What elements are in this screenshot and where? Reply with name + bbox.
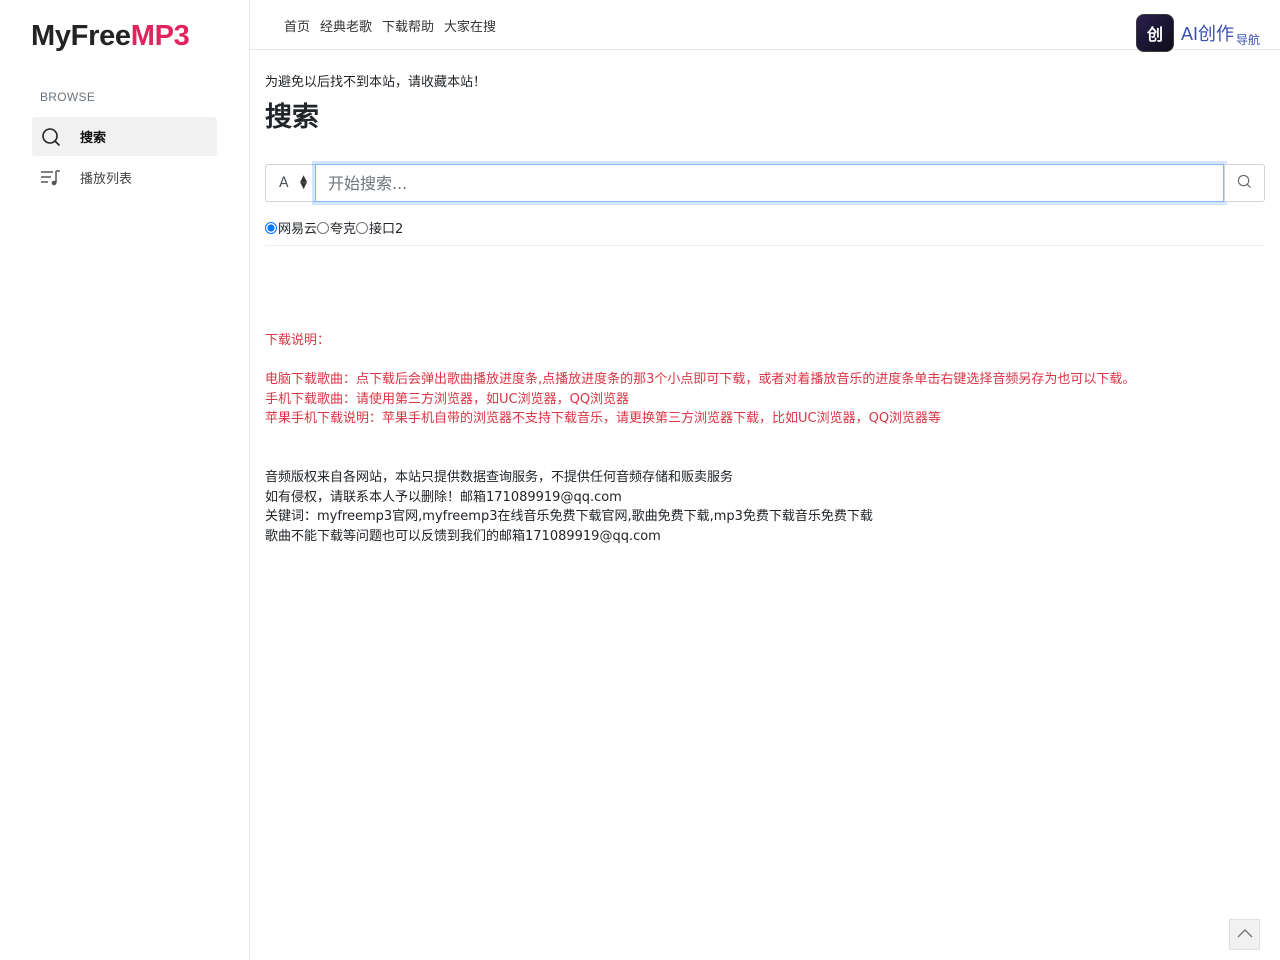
back-to-top-button[interactable]	[1229, 919, 1260, 950]
sidebar-item-label: 搜索	[80, 131, 107, 146]
source-select-value: A	[279, 175, 289, 191]
sidebar-item-playlist[interactable]: 播放列表	[32, 158, 217, 197]
nav-link-classic-songs[interactable]: 经典老歌	[320, 16, 372, 35]
chevron-up-icon	[1237, 927, 1253, 942]
search-icon	[1237, 174, 1252, 193]
nav-link-download-help[interactable]: 下载帮助	[382, 16, 434, 35]
radio-api2[interactable]: 接口2	[356, 218, 403, 237]
nav-link-home[interactable]: 首页	[284, 16, 310, 35]
ai-badge-subtext: 导航	[1235, 33, 1260, 47]
download-pc-note: 电脑下载歌曲：点下载后会弹出歌曲播放进度条,点播放进度条的那3个小点即可下载，或…	[265, 372, 1136, 387]
divider	[265, 245, 1265, 246]
download-mobile-note: 手机下载歌曲：请使用第三方浏览器，如UC浏览器，QQ浏览器	[265, 391, 630, 407]
page-title: 搜索	[265, 102, 319, 133]
playlist-icon	[41, 168, 61, 188]
radio-label: 夸克	[330, 222, 357, 237]
select-arrows-icon: ▲ ▼	[300, 174, 307, 191]
radio-quark[interactable]: 夸克	[317, 218, 356, 237]
sidebar-item-search[interactable]: 搜索	[32, 117, 217, 156]
site-logo[interactable]: MyFreeMP3	[31, 20, 190, 53]
copyright-notes: 音频版权来自各网站，本站只提供数据查询服务，不提供任何音频存储和贩卖服务 如有侵…	[265, 468, 873, 546]
radio-netease-input[interactable]	[265, 221, 277, 234]
sidebar: MyFreeMP3 BROWSE 搜索 播放列表	[0, 0, 250, 960]
search-icon	[41, 127, 61, 147]
download-instructions: 下载说明： 电脑下载歌曲：点下载后会弹出歌曲播放进度条,点播放进度条的那3个小点…	[265, 331, 1135, 429]
search-bar: A ▲ ▼	[265, 164, 1265, 202]
nav-link-trending-searches[interactable]: 大家在搜	[444, 16, 496, 35]
radio-quark-input[interactable]	[317, 221, 330, 234]
download-heading: 下载说明：	[265, 333, 331, 348]
ai-creation-nav-badge[interactable]: 创 AI创作 导航	[1135, 14, 1260, 52]
bookmark-notice: 为避免以后找不到本站，请收藏本站！	[265, 75, 487, 90]
ai-app-icon: 创	[1135, 14, 1174, 52]
source-select[interactable]: A ▲ ▼	[265, 164, 315, 202]
sidebar-item-label: 播放列表	[80, 172, 133, 187]
feedback-line: 歌曲不能下载等问题也可以反馈到我们的邮箱171089919@qq.com	[265, 528, 661, 544]
search-button[interactable]	[1224, 164, 1265, 202]
keywords-line: 关键词：myfreemp3官网,myfreemp3在线音乐免费下载官网,歌曲免费…	[265, 509, 873, 524]
top-bar: 首页 经典老歌 下载帮助 大家在搜 创 AI创作 导航	[250, 0, 1280, 52]
top-nav: 首页 经典老歌 下载帮助 大家在搜	[284, 16, 496, 35]
ai-badge-text: AI创作	[1180, 24, 1234, 44]
takedown-contact-line: 如有侵权，请联系本人予以删除！邮箱171089919@qq.com	[265, 489, 622, 505]
radio-netease[interactable]: 网易云	[265, 218, 317, 237]
download-apple-note: 苹果手机下载说明：苹果手机自带的浏览器不支持下载音乐，请更换第三方浏览器下载，比…	[265, 411, 942, 426]
radio-label: 接口2	[369, 222, 404, 237]
source-radio-group: 网易云 夸克 接口2	[265, 218, 403, 237]
copyright-line: 音频版权来自各网站，本站只提供数据查询服务，不提供任何音频存储和贩卖服务	[265, 470, 734, 485]
search-input[interactable]	[315, 164, 1224, 202]
radio-api2-input[interactable]	[356, 221, 369, 234]
logo-text-myfree: MyFree	[31, 20, 131, 52]
browse-section-label: BROWSE	[40, 90, 96, 104]
logo-text-mp3: MP3	[130, 20, 190, 52]
radio-label: 网易云	[278, 222, 318, 237]
